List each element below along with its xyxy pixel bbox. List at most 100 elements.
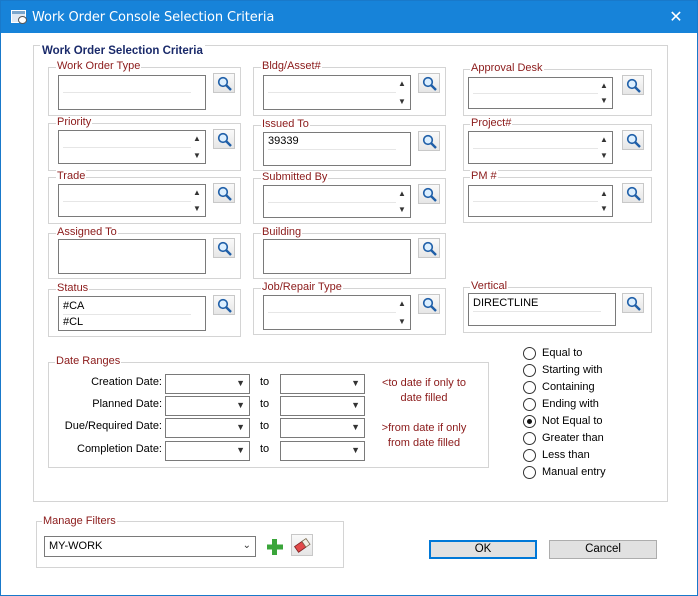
- plus-icon: [267, 539, 283, 555]
- status-value-2[interactable]: #CL: [63, 316, 83, 328]
- search-icon: [422, 76, 437, 91]
- vertical-list[interactable]: DIRECTLINE: [468, 293, 616, 326]
- close-icon[interactable]: ✕: [667, 7, 685, 27]
- radio-button[interactable]: [523, 398, 536, 411]
- work-order-type-list[interactable]: [58, 75, 206, 110]
- job-repair-type-lookup-button[interactable]: [418, 294, 440, 314]
- cancel-button[interactable]: Cancel: [549, 540, 657, 559]
- scroll-down-icon[interactable]: ▼: [397, 205, 407, 215]
- issued-to-list[interactable]: 39339: [263, 132, 411, 166]
- add-filter-button[interactable]: [265, 537, 285, 560]
- building-list[interactable]: [263, 239, 411, 274]
- scroll-down-icon[interactable]: ▼: [599, 151, 609, 161]
- scroll-down-icon[interactable]: ▼: [192, 204, 202, 214]
- window-title: Work Order Console Selection Criteria: [32, 10, 275, 25]
- building-lookup-button[interactable]: [418, 238, 440, 258]
- app-icon: [11, 10, 27, 24]
- scroll-down-icon[interactable]: ▼: [599, 96, 609, 106]
- priority-list[interactable]: ▲ ▼: [58, 130, 206, 164]
- radio-button[interactable]: [523, 432, 536, 445]
- radio-button[interactable]: [523, 381, 536, 394]
- work-order-type-label: Work Order Type: [56, 60, 142, 72]
- project-lookup-button[interactable]: [622, 130, 644, 150]
- scroll-down-icon[interactable]: ▼: [599, 204, 609, 214]
- status-lookup-button[interactable]: [213, 295, 235, 315]
- creation-date-from[interactable]: ▼: [165, 374, 250, 394]
- creation-date-to[interactable]: ▼: [280, 374, 365, 394]
- planned-date-to[interactable]: ▼: [280, 396, 365, 416]
- scroll-up-icon[interactable]: ▲: [192, 188, 202, 198]
- scroll-up-icon[interactable]: ▲: [599, 135, 609, 145]
- clear-filter-button[interactable]: [291, 534, 313, 556]
- bldg-asset-lookup-button[interactable]: [418, 73, 440, 93]
- trade-lookup-button[interactable]: [213, 183, 235, 203]
- priority-lookup-button[interactable]: [213, 129, 235, 149]
- radio-button[interactable]: [523, 466, 536, 479]
- due-required-date-from[interactable]: ▼: [165, 418, 250, 438]
- scroll-up-icon[interactable]: ▲: [397, 299, 407, 309]
- issued-to-lookup-button[interactable]: [418, 131, 440, 151]
- bldg-asset-label: Bldg/Asset#: [261, 60, 322, 72]
- assigned-to-list[interactable]: [58, 239, 206, 274]
- approval-desk-list[interactable]: ▲ ▼: [468, 77, 613, 109]
- priority-label: Priority: [56, 116, 93, 128]
- chevron-down-icon[interactable]: ▼: [351, 445, 360, 455]
- trade-list[interactable]: ▲ ▼: [58, 184, 206, 217]
- chevron-down-icon[interactable]: ▼: [236, 400, 245, 410]
- status-value-1[interactable]: #CA: [63, 300, 84, 312]
- search-icon: [626, 78, 641, 93]
- approval-desk-lookup-button[interactable]: [622, 75, 644, 95]
- search-icon: [626, 133, 641, 148]
- planned-date-from[interactable]: ▼: [165, 396, 250, 416]
- radio-button[interactable]: [523, 347, 536, 360]
- scroll-down-icon[interactable]: ▼: [397, 97, 407, 107]
- date-ranges-caption: Date Ranges: [55, 355, 122, 367]
- submitted-by-list[interactable]: ▲ ▼: [263, 185, 411, 218]
- scroll-up-icon[interactable]: ▲: [192, 134, 202, 144]
- chevron-down-icon[interactable]: ▼: [351, 378, 360, 388]
- completion-date-to[interactable]: ▼: [280, 441, 365, 461]
- search-icon: [217, 298, 232, 313]
- chevron-down-icon[interactable]: ▼: [236, 378, 245, 388]
- completion-date-from[interactable]: ▼: [165, 441, 250, 461]
- pm-lookup-button[interactable]: [622, 183, 644, 203]
- search-icon: [422, 187, 437, 202]
- scroll-up-icon[interactable]: ▲: [397, 79, 407, 89]
- ok-button[interactable]: OK: [429, 540, 537, 559]
- scroll-down-icon[interactable]: ▼: [397, 317, 407, 327]
- scroll-up-icon[interactable]: ▲: [599, 189, 609, 199]
- scroll-up-icon[interactable]: ▲: [397, 189, 407, 199]
- vertical-value[interactable]: DIRECTLINE: [473, 297, 538, 309]
- dialog-window: Work Order Console Selection Criteria ✕ …: [0, 0, 698, 596]
- chevron-down-icon[interactable]: ▼: [351, 400, 360, 410]
- to-label: to: [260, 420, 270, 432]
- vertical-lookup-button[interactable]: [622, 293, 644, 313]
- chevron-down-icon[interactable]: ⌄: [243, 540, 251, 551]
- manage-filters-caption: Manage Filters: [42, 515, 117, 527]
- scroll-down-icon[interactable]: ▼: [192, 151, 202, 161]
- project-label: Project#: [470, 117, 513, 129]
- submitted-by-lookup-button[interactable]: [418, 184, 440, 204]
- filter-select[interactable]: MY-WORK ⌄: [44, 536, 256, 557]
- job-repair-type-label: Job/Repair Type: [261, 281, 343, 293]
- assigned-to-lookup-button[interactable]: [213, 238, 235, 258]
- project-list[interactable]: ▲ ▼: [468, 131, 613, 164]
- radio-button[interactable]: [523, 364, 536, 377]
- radio-button-selected[interactable]: [523, 415, 536, 428]
- chevron-down-icon[interactable]: ▼: [236, 445, 245, 455]
- pm-list[interactable]: ▲ ▼: [468, 185, 613, 217]
- creation-date-label: Creation Date:: [91, 376, 162, 388]
- issued-to-value[interactable]: 39339: [268, 135, 299, 147]
- eraser-icon: [293, 537, 311, 553]
- job-repair-type-list[interactable]: ▲ ▼: [263, 295, 411, 330]
- status-list[interactable]: #CA #CL: [58, 296, 206, 331]
- radio-button[interactable]: [523, 449, 536, 462]
- chevron-down-icon[interactable]: ▼: [351, 422, 360, 432]
- bldg-asset-list[interactable]: ▲ ▼: [263, 75, 411, 110]
- work-order-type-lookup-button[interactable]: [213, 73, 235, 93]
- issued-to-label: Issued To: [261, 118, 310, 130]
- title-bar[interactable]: Work Order Console Selection Criteria ✕: [1, 1, 697, 33]
- chevron-down-icon[interactable]: ▼: [236, 422, 245, 432]
- due-required-date-to[interactable]: ▼: [280, 418, 365, 438]
- scroll-up-icon[interactable]: ▲: [599, 81, 609, 91]
